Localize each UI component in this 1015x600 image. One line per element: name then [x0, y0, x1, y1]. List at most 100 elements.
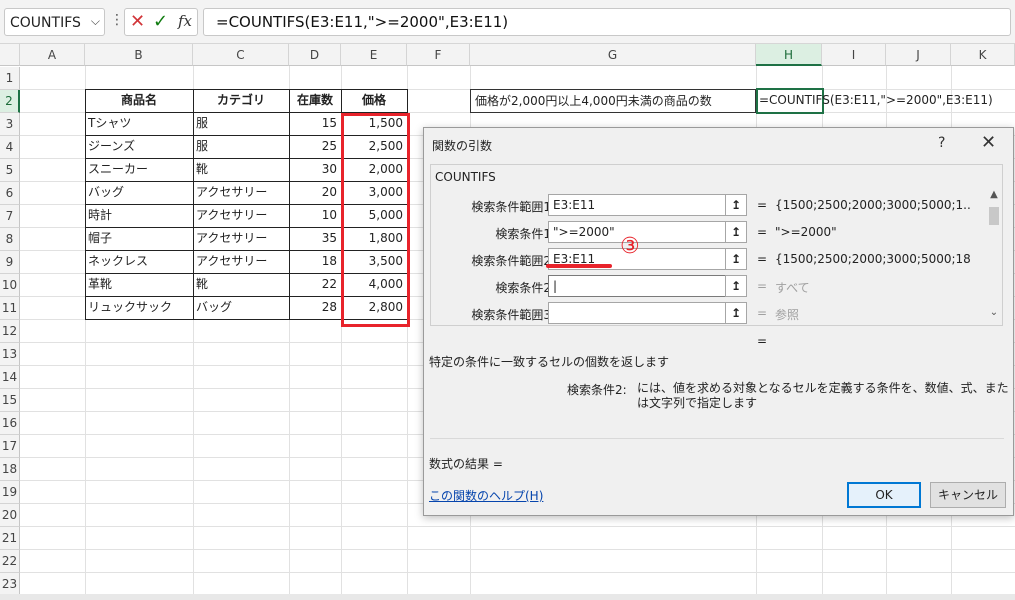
- cancel-icon[interactable]: ✕: [130, 11, 145, 32]
- table-cell[interactable]: 靴: [193, 273, 289, 296]
- insert-function-icon[interactable]: fx: [178, 12, 192, 30]
- table-cell[interactable]: 22: [289, 273, 341, 296]
- argument-input[interactable]: |: [548, 275, 726, 297]
- table-cell[interactable]: バッグ: [193, 296, 289, 319]
- row-header[interactable]: 18: [0, 458, 20, 481]
- table-cell[interactable]: リュックサック: [85, 296, 193, 319]
- table-cell[interactable]: 10: [289, 204, 341, 227]
- collapse-dialog-icon[interactable]: ↥: [725, 194, 747, 216]
- column-header-selected[interactable]: H: [756, 44, 822, 66]
- row-header[interactable]: 4: [0, 136, 20, 159]
- row-header[interactable]: 11: [0, 297, 20, 320]
- column-header[interactable]: E: [341, 44, 407, 66]
- row-header[interactable]: 22: [0, 550, 20, 573]
- table-header[interactable]: 商品名: [85, 89, 193, 112]
- chevron-down-icon[interactable]: ⌵: [91, 14, 100, 29]
- argument-equals: =: [757, 279, 768, 293]
- step-marker: ③: [620, 234, 640, 259]
- row-header-selected[interactable]: 2: [0, 90, 20, 113]
- table-cell[interactable]: 帽子: [85, 227, 193, 250]
- table-cell[interactable]: 15: [289, 112, 341, 135]
- row-header[interactable]: 1: [0, 67, 20, 90]
- scroll-down-icon[interactable]: ⌄: [987, 307, 1001, 321]
- table-cell[interactable]: ネックレス: [85, 250, 193, 273]
- row-header[interactable]: 12: [0, 320, 20, 343]
- column-header[interactable]: I: [822, 44, 886, 66]
- column-header[interactable]: F: [407, 44, 470, 66]
- row-header[interactable]: 7: [0, 205, 20, 228]
- row-header[interactable]: 9: [0, 251, 20, 274]
- column-header[interactable]: G: [470, 44, 756, 66]
- ok-button[interactable]: OK: [847, 482, 921, 508]
- collapse-dialog-icon[interactable]: ↥: [725, 302, 747, 324]
- function-help-link[interactable]: この関数のヘルプ(H): [429, 487, 543, 504]
- grid-row-line: [20, 572, 1015, 573]
- scroll-up-icon[interactable]: ▲: [987, 189, 1001, 203]
- table-cell[interactable]: 時計: [85, 204, 193, 227]
- row-header[interactable]: 17: [0, 435, 20, 458]
- column-header[interactable]: B: [85, 44, 193, 66]
- more-vertical-icon: ⋮: [110, 12, 124, 28]
- row-header[interactable]: 6: [0, 182, 20, 205]
- table-cell[interactable]: 靴: [193, 158, 289, 181]
- collapse-dialog-icon[interactable]: ↥: [725, 221, 747, 243]
- arguments-scrollbar[interactable]: ▲ ⌄: [987, 189, 1001, 323]
- column-header[interactable]: K: [951, 44, 1015, 66]
- collapse-dialog-icon[interactable]: ↥: [725, 248, 747, 270]
- argument-input[interactable]: E3:E11: [548, 194, 726, 216]
- table-cell[interactable]: 28: [289, 296, 341, 319]
- table-header[interactable]: 価格: [341, 89, 407, 112]
- argument-input[interactable]: [548, 302, 726, 324]
- function-name: COUNTIFS: [435, 170, 496, 184]
- column-header[interactable]: C: [193, 44, 289, 66]
- row-header[interactable]: 20: [0, 504, 20, 527]
- table-cell[interactable]: アクセサリー: [193, 181, 289, 204]
- collapse-dialog-icon[interactable]: ↥: [725, 275, 747, 297]
- table-cell[interactable]: バッグ: [85, 181, 193, 204]
- table-cell[interactable]: 18: [289, 250, 341, 273]
- row-header[interactable]: 8: [0, 228, 20, 251]
- row-header[interactable]: 16: [0, 412, 20, 435]
- row-header[interactable]: 19: [0, 481, 20, 504]
- table-cell[interactable]: アクセサリー: [193, 204, 289, 227]
- column-header[interactable]: D: [289, 44, 341, 66]
- table-cell[interactable]: 30: [289, 158, 341, 181]
- help-icon[interactable]: ?: [938, 135, 945, 151]
- scroll-thumb[interactable]: [989, 207, 999, 225]
- row-header[interactable]: 5: [0, 159, 20, 182]
- row-header[interactable]: 3: [0, 113, 20, 136]
- row-header[interactable]: 23: [0, 573, 20, 596]
- row-header[interactable]: 13: [0, 343, 20, 366]
- row-header[interactable]: 15: [0, 389, 20, 412]
- table-cell[interactable]: 服: [193, 135, 289, 158]
- table-cell[interactable]: 35: [289, 227, 341, 250]
- cell-g2[interactable]: 価格が2,000円以上4,000円未満の商品の数: [470, 89, 756, 113]
- row-header[interactable]: 14: [0, 366, 20, 389]
- table-cell[interactable]: アクセサリー: [193, 250, 289, 273]
- table-cell[interactable]: スニーカー: [85, 158, 193, 181]
- argument-label: 検索条件1: [495, 227, 551, 241]
- table-cell[interactable]: 革靴: [85, 273, 193, 296]
- formula-input[interactable]: =COUNTIFS(E3:E11,">=2000",E3:E11): [203, 8, 1011, 36]
- row-header[interactable]: 10: [0, 274, 20, 297]
- table-cell[interactable]: アクセサリー: [193, 227, 289, 250]
- table-header[interactable]: 在庫数: [289, 89, 341, 112]
- enter-icon[interactable]: ✓: [153, 11, 168, 32]
- name-box[interactable]: COUNTIFS ⌵: [4, 8, 105, 36]
- table-cell[interactable]: 服: [193, 112, 289, 135]
- cancel-button[interactable]: キャンセル: [930, 482, 1006, 508]
- table-cell[interactable]: 20: [289, 181, 341, 204]
- sheet-tab-bar: [0, 594, 1015, 600]
- table-cell[interactable]: Tシャツ: [85, 112, 193, 135]
- column-header[interactable]: J: [886, 44, 951, 66]
- table-header[interactable]: カテゴリ: [193, 89, 289, 112]
- select-all-corner[interactable]: [0, 44, 20, 66]
- argument-label: 検索条件範囲2: [471, 254, 551, 268]
- cell-h2-text: =COUNTIFS(E3:E11,">=2000",E3:E11): [759, 93, 993, 107]
- table-cell[interactable]: ジーンズ: [85, 135, 193, 158]
- highlight-box: [341, 113, 410, 327]
- table-cell[interactable]: 25: [289, 135, 341, 158]
- row-header[interactable]: 21: [0, 527, 20, 550]
- close-icon[interactable]: ✕: [981, 132, 996, 153]
- column-header[interactable]: A: [20, 44, 85, 66]
